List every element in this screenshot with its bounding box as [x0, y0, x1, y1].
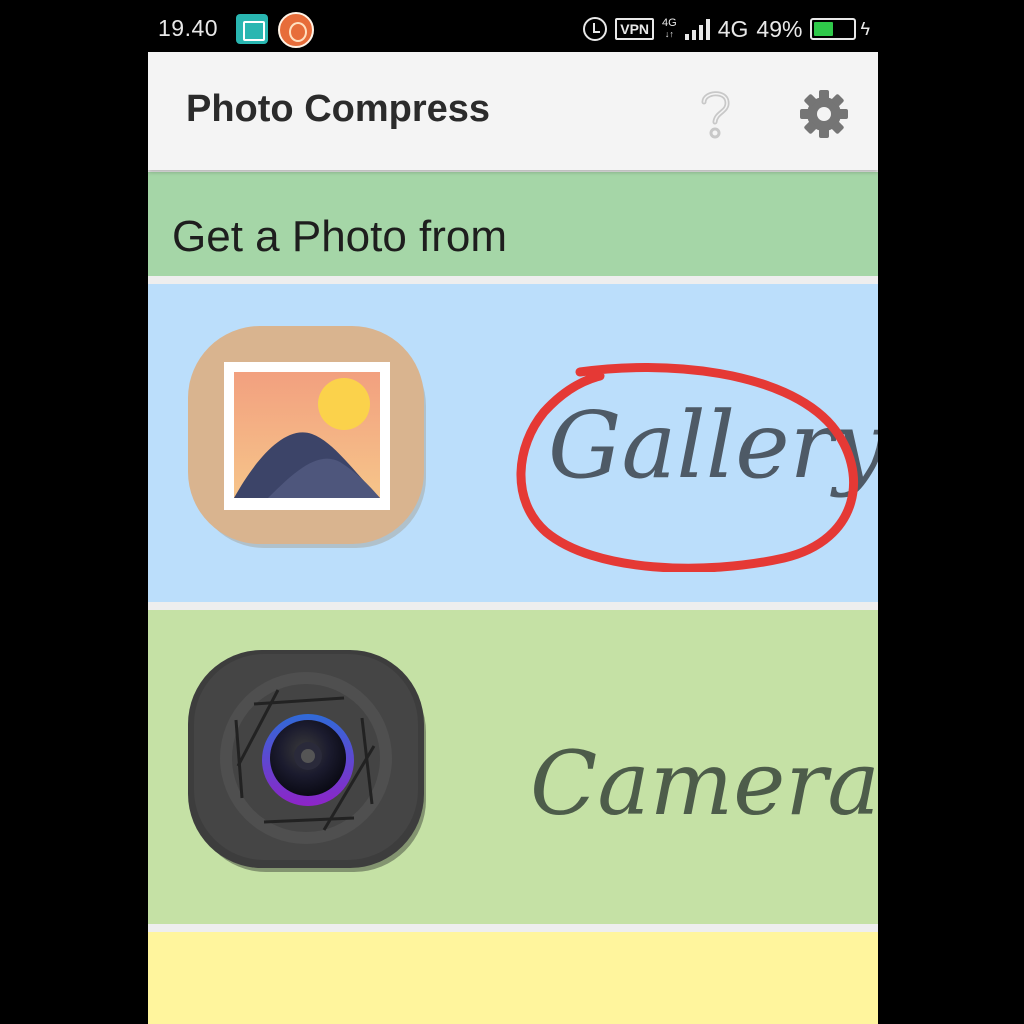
status-time: 19.40	[158, 15, 219, 41]
app-toolbar: Photo Compress	[148, 52, 878, 170]
battery-icon	[810, 18, 857, 40]
gallery-icon	[188, 326, 426, 548]
charging-icon: ϟ	[860, 18, 870, 39]
vpn-icon: VPN	[615, 18, 655, 40]
screenshot-icon	[236, 14, 268, 44]
battery-percent: 49%	[756, 15, 803, 42]
camera-option[interactable]: Camera	[148, 610, 878, 924]
gallery-label: Gallery	[548, 392, 878, 499]
status-bar: 19.40 VPN 4G ↓↑ 4G 49% ϟ	[148, 8, 878, 48]
section-header-text: Get a Photo from	[172, 212, 508, 261]
gallery-option[interactable]: Gallery	[148, 284, 878, 602]
camera-label: Camera	[530, 732, 878, 835]
network-small-label: 4G	[662, 17, 677, 29]
app-title: Photo Compress	[186, 88, 491, 130]
battery-fill	[814, 22, 834, 36]
status-indicators: VPN 4G ↓↑ 4G 49% ϟ	[583, 12, 870, 46]
network-label: 4G	[717, 15, 749, 42]
help-icon[interactable]	[696, 86, 734, 142]
signal-icon	[684, 18, 710, 40]
alarm-icon	[583, 17, 608, 41]
camera-icon	[188, 650, 426, 872]
section-header: Get a Photo from	[148, 172, 878, 276]
phone-screen: 19.40 VPN 4G ↓↑ 4G 49% ϟ Photo Compress …	[0, 0, 1024, 1024]
third-option[interactable]	[148, 932, 878, 1024]
network-activity-icon: 4G ↓↑	[662, 17, 677, 40]
app-notification-icon	[278, 12, 314, 48]
gear-icon[interactable]	[798, 88, 850, 140]
app-window: Photo Compress Get a Photo from Gallery …	[148, 52, 878, 1024]
